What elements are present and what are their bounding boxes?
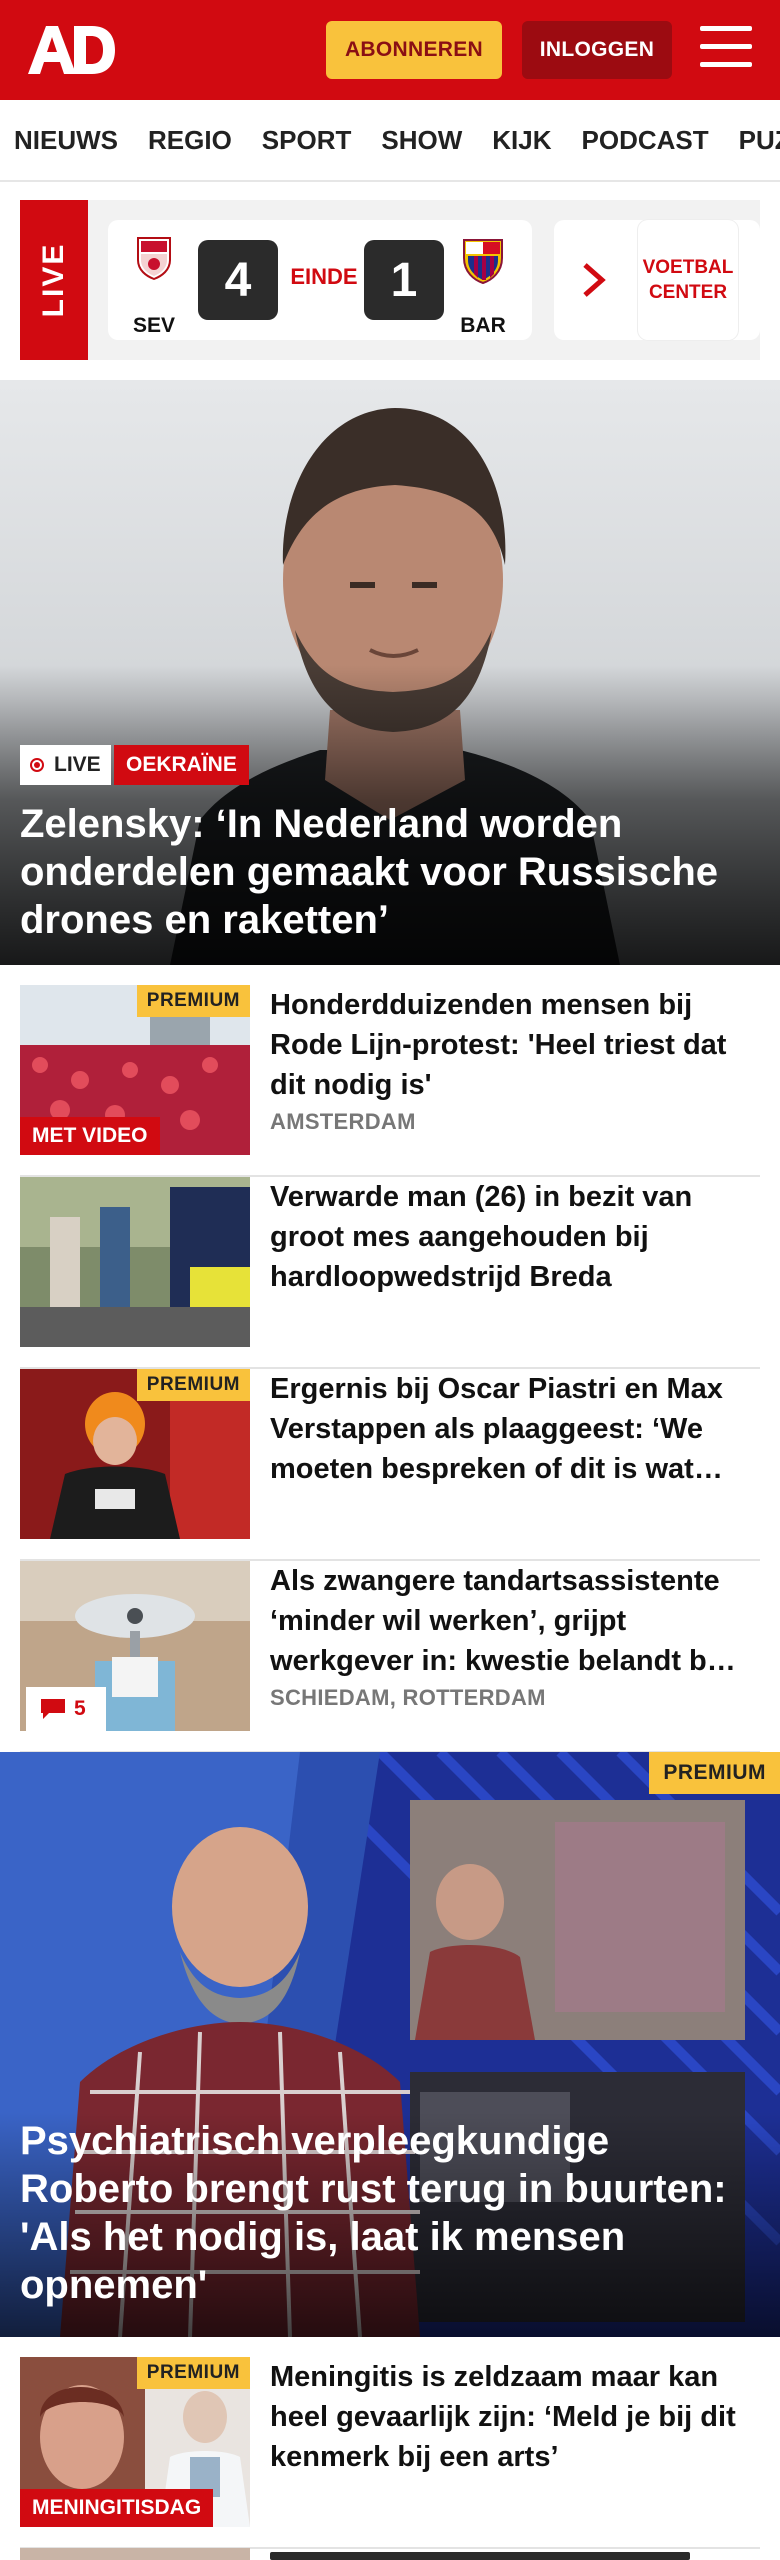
article-thumbnail: PREMIUM MENINGITISDAG [20,2357,250,2527]
article-item[interactable]: Verwarde man (26) in bezit van groot mes… [20,1177,760,1369]
article-title-partial [270,2552,690,2560]
section-nav: NIEUWS REGIO SPORT SHOW KIJK PODCAST PUZ… [0,100,780,182]
subscribe-button[interactable]: ABONNEREN [326,21,502,79]
chevron-right-icon [580,262,608,298]
article-thumbnail [20,1177,250,1347]
article-title[interactable]: Meningitis is zeldzaam maar kan heel gev… [270,2357,760,2477]
feature-title[interactable]: Psychiatrisch verpleegkundige Roberto br… [20,2117,760,2309]
article-location: AMSTERDAM [270,1109,416,1134]
sevilla-crest-icon [132,234,176,285]
video-label: MET VIDEO [20,1117,160,1155]
comment-icon [41,1699,65,1719]
premium-badge: PREMIUM [136,985,250,1017]
premium-badge: PREMIUM [136,2357,250,2389]
nav-item-regio[interactable]: REGIO [148,125,232,156]
article-item[interactable]: PREMIUM Ergernis bij Oscar Piastri en Ma… [20,1369,760,1561]
away-team: BAR [460,314,506,337]
login-button[interactable]: INLOGGEN [522,21,672,79]
hero-title[interactable]: Zelensky: ‘In Nederland worden onderdele… [20,800,760,944]
comment-count-value: 5 [74,1697,86,1720]
live-dot-icon [30,758,44,772]
voetbalcenter-link[interactable]: VOETBAL CENTER [638,220,738,340]
article-title[interactable]: Als zwangere tandartsassistente ‘minder … [270,1561,760,1681]
barcelona-crest-icon [460,236,506,289]
nav-item-podcast[interactable]: PODCAST [582,125,709,156]
article-item[interactable]: PREMIUM MENINGITISDAG Meningitis is zeld… [20,2357,760,2549]
article-location: SCHIEDAM, ROTTERDAM [270,1685,546,1710]
article-title[interactable]: Honderdduizenden mensen bij Rode Lijn-pr… [270,985,760,1105]
nav-item-sport[interactable]: SPORT [262,125,352,156]
voetbalcenter-label-2: CENTER [648,282,728,303]
hamburger-menu-icon[interactable] [700,26,752,74]
live-badge-label: LIVE [54,753,101,776]
home-team: SEV [132,314,176,337]
nav-item-kijk[interactable]: KIJK [492,125,551,156]
topic-label: MENINGITISDAG [20,2489,214,2527]
nav-item-puzzel[interactable]: PUZZ [739,125,780,156]
feature-article[interactable]: PREMIUM Psychiatrisch verpleegkundige Ro… [0,1752,780,2337]
home-score: 4 [198,240,278,320]
article-item-partial[interactable] [20,2548,760,2560]
premium-badge: PREMIUM [136,1369,250,1401]
scores-carousel-next[interactable]: VOETBAL CENTER [554,220,760,340]
article-title[interactable]: Ergernis bij Oscar Piastri en Max Versta… [270,1369,760,1489]
top-bar: ABONNEREN INLOGGEN [0,0,780,100]
nav-item-nieuws[interactable]: NIEUWS [14,125,118,156]
article-thumbnail [20,2548,250,2560]
premium-badge: PREMIUM [649,1752,780,1794]
voetbalcenter-label-1: VOETBAL [642,257,734,278]
category-badge[interactable]: OEKRAÏNE [114,745,249,785]
article-item[interactable]: PREMIUM MET VIDEO Honderdduizenden mense… [20,985,760,1177]
live-tab-label: LIVE [37,242,70,318]
article-item[interactable]: 5 Als zwangere tandartsassistente ‘minde… [20,1561,760,1753]
hero-article[interactable]: LIVE OEKRAÏNE Zelensky: ‘In Nederland wo… [0,380,780,965]
article-title[interactable]: Verwarde man (26) in bezit van groot mes… [270,1177,760,1297]
live-scores-strip: LIVE SEV 4 EINDE 1 BAR VOETBAL CENTER [20,200,760,360]
live-badge: LIVE [20,745,111,785]
nav-item-show[interactable]: SHOW [381,125,462,156]
live-tab[interactable]: LIVE [20,200,88,360]
away-score: 1 [364,240,444,320]
comment-count[interactable]: 5 [26,1687,106,1731]
match-card[interactable]: SEV 4 EINDE 1 BAR [108,220,532,340]
article-thumbnail: 5 [20,1561,250,1731]
match-status: EINDE [290,264,358,289]
article-thumbnail: PREMIUM MET VIDEO [20,985,250,1155]
ad-logo[interactable] [26,24,116,76]
article-thumbnail: PREMIUM [20,1369,250,1539]
